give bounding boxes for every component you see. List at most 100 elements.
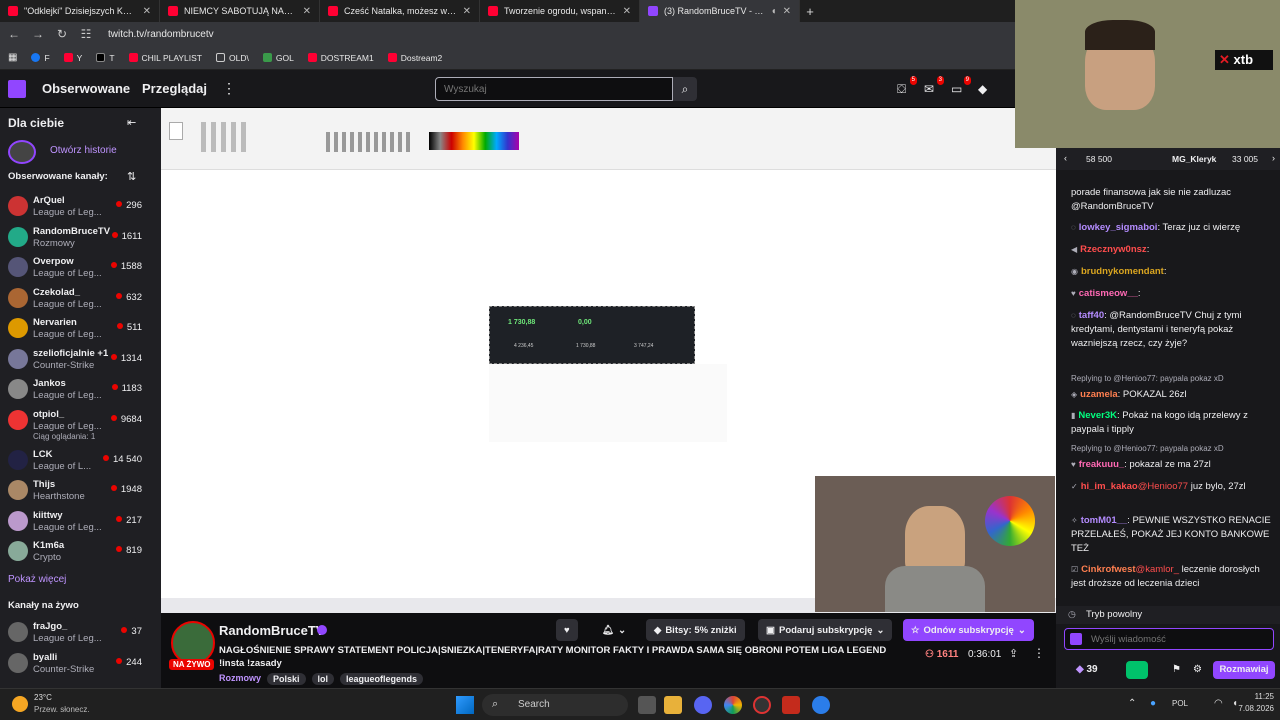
bits-discount-button[interactable]: ◆ Bitsy: 5% zniżki: [646, 619, 745, 641]
chat-message[interactable]: ◉ brudnykomendant:: [1071, 265, 1276, 279]
tag[interactable]: Polski: [267, 673, 306, 685]
browser-tab[interactable]: Cześć Natalka, możesz wyjść - ✕: [320, 0, 480, 22]
followed-channel[interactable]: Czekolad_ League of Leg... 632: [0, 284, 161, 314]
chat-badge-icon[interactable]: [1070, 633, 1082, 645]
chevron-up-icon[interactable]: ⌃: [1128, 698, 1136, 709]
site-info-icon[interactable]: ☷: [80, 27, 92, 41]
close-icon[interactable]: ✕: [303, 6, 311, 17]
live-channel[interactable]: byalli Counter-Strike 244: [0, 649, 161, 679]
share-icon[interactable]: ⇪: [1009, 647, 1018, 660]
nav-following[interactable]: Obserwowane: [42, 81, 130, 96]
app-icon[interactable]: [782, 696, 800, 714]
gift-points-icon[interactable]: [1126, 661, 1148, 679]
followed-channel[interactable]: Overpow League of Leg... 1588: [0, 253, 161, 283]
followed-channel[interactable]: otpiol_ League of Leg... 9684 Ciąg oglądani…: [0, 406, 161, 441]
more-menu-icon[interactable]: ⋮: [222, 80, 236, 97]
clock-date[interactable]: 7.08.2026: [1232, 704, 1274, 713]
notifications-icon[interactable]: ✉ 3: [924, 76, 944, 96]
chat-username[interactable]: catismeow__: [1079, 288, 1138, 299]
chevron-left-icon[interactable]: ‹: [1064, 153, 1067, 163]
chat-message[interactable]: ▮ Never3K: Pokaż na kogo idą przelewy z p…: [1071, 409, 1276, 437]
apps-grid-icon[interactable]: ▦: [8, 52, 17, 63]
followed-channel[interactable]: Jankos League of Leg... 1183: [0, 375, 161, 405]
close-icon[interactable]: ✕: [783, 6, 791, 17]
collapse-icon[interactable]: ⇤: [127, 116, 136, 129]
close-icon[interactable]: ✕: [143, 6, 151, 17]
chat-username[interactable]: uzamela: [1080, 389, 1118, 400]
discord-icon[interactable]: [694, 696, 712, 714]
chat-message[interactable]: ◌ taff40: @RandomBruceTV Chuj z tymi kred…: [1071, 309, 1276, 351]
wifi-icon[interactable]: ◠: [1214, 698, 1223, 709]
language-indicator[interactable]: POL: [1172, 699, 1188, 708]
settings-gear-icon[interactable]: ⚙: [1193, 664, 1202, 675]
chat-username[interactable]: freakuuu_: [1079, 459, 1124, 470]
chat-message[interactable]: ♥ catismeow__:: [1071, 287, 1276, 301]
followed-channel[interactable]: szelioficjalnie +1 Counter-Strike 1314: [0, 345, 161, 375]
chat-mention[interactable]: @kamlor_: [1136, 564, 1179, 575]
weather-icon[interactable]: [12, 696, 28, 712]
bits-icon[interactable]: ◆: [978, 82, 992, 96]
speaker-icon[interactable]: ◖: [771, 6, 777, 17]
task-view-icon[interactable]: [638, 696, 656, 714]
mic-icon[interactable]: ●: [1150, 698, 1156, 709]
app-icon[interactable]: [753, 696, 771, 714]
bookmark-item[interactable]: Dostream2: [387, 53, 442, 63]
tag[interactable]: lol: [311, 673, 335, 685]
chat-username[interactable]: Never3K: [1078, 410, 1117, 421]
show-more-link[interactable]: Pokaż więcej: [8, 574, 66, 585]
url-field[interactable]: twitch.tv/randombrucetv: [108, 29, 214, 40]
chat-username[interactable]: Rzecznyw0nsz: [1080, 244, 1147, 255]
start-icon[interactable]: [456, 696, 474, 714]
close-icon[interactable]: ✕: [623, 6, 631, 17]
bookmark-item[interactable]: GOL: [262, 53, 294, 63]
search-button[interactable]: ⌕: [673, 77, 697, 101]
bookmark-folder[interactable]: OLD\: [216, 53, 249, 63]
chat-message[interactable]: porade finansowa jak sie nie zadluzac @R…: [1071, 186, 1276, 214]
back-icon[interactable]: ←: [8, 27, 20, 41]
chat-username[interactable]: lowkey_sigmaboi: [1079, 222, 1158, 233]
file-explorer-icon[interactable]: [664, 696, 682, 714]
bookmark-item[interactable]: Y: [63, 53, 82, 63]
chat-message[interactable]: ◀ Rzecznyw0nsz:: [1071, 243, 1276, 257]
stories-avatar[interactable]: [8, 140, 36, 164]
nav-browse[interactable]: Przeglądaj: [142, 81, 207, 96]
chat-message[interactable]: ✓ hi_im_kakao@Henioo77 juz bylo, 27zl: [1071, 480, 1276, 494]
bookmark-item[interactable]: F: [31, 53, 50, 63]
resub-button[interactable]: ☆ Odnów subskrypcję ⌄: [903, 619, 1034, 641]
chat-message[interactable]: ♥ freakuuu_: pokazal ze ma 27zl: [1071, 458, 1276, 472]
gift-sub-button[interactable]: ▣ Podaruj subskrypcję ⌄: [758, 619, 893, 641]
browser-tab[interactable]: Tworzenie ogrodu, wspaniałe ł ✕: [480, 0, 640, 22]
followed-channel[interactable]: LCK League of L... 14 540: [0, 446, 161, 476]
chat-username[interactable]: tomM01__: [1081, 515, 1127, 526]
chat-input[interactable]: [1064, 628, 1274, 650]
sort-icon[interactable]: ⇅: [127, 170, 136, 183]
notification-bell-button[interactable]: 🔔︎ ⌄: [594, 619, 634, 641]
browser-tab[interactable]: "Odklejki" Dzisiejszych Kobiet #✕: [0, 0, 160, 22]
followed-channel[interactable]: K1m6a Crypto 819: [0, 537, 161, 567]
chat-username[interactable]: hi_im_kakao: [1081, 481, 1138, 492]
chat-send-button[interactable]: Rozmawiaj: [1213, 661, 1275, 679]
hype-icon[interactable]: ⚑: [1172, 664, 1181, 675]
followed-channel[interactable]: kiittwy League of Leg... 217: [0, 507, 161, 537]
bookmark-item[interactable]: DOSTREAM1: [307, 53, 374, 63]
reload-icon[interactable]: ↻: [56, 27, 68, 41]
bookmark-item[interactable]: CHIL PLAYLIST: [128, 53, 202, 63]
chevron-right-icon[interactable]: ›: [1272, 153, 1275, 163]
chat-username[interactable]: taff40: [1079, 310, 1104, 321]
chat-username[interactable]: Cinkrofwest: [1081, 564, 1135, 575]
close-icon[interactable]: ✕: [463, 6, 471, 17]
chat-message[interactable]: ☑ Cinkrofwest@kamlor_ leczenie dorosłych …: [1071, 563, 1276, 591]
chat-message[interactable]: ◌ lowkey_sigmaboi: Teraz juz ci wierzę: [1071, 221, 1276, 235]
browser-tab[interactable]: NIEMCY SABOTUJĄ NASZE ZŁO✕: [160, 0, 320, 22]
followed-channel[interactable]: RandomBruceTV Rozmowy 1611: [0, 223, 161, 253]
channel-points[interactable]: ◆ 39: [1076, 664, 1098, 675]
chat-username[interactable]: brudnykomendant: [1081, 266, 1164, 277]
browser-tab-active[interactable]: (3) RandomBruceTV - Twitch◖✕: [640, 0, 800, 22]
category-link[interactable]: Rozmowy: [219, 673, 261, 685]
clock-time[interactable]: 11:25: [1250, 692, 1274, 701]
new-tab-button[interactable]: +: [800, 0, 820, 22]
open-stories-link[interactable]: Otwórz historie: [50, 145, 117, 156]
followed-channel[interactable]: ArQuel League of Leg... 296: [0, 192, 161, 222]
forward-icon[interactable]: →: [32, 27, 44, 41]
live-channel[interactable]: fraJgo_ League of Leg... 37: [0, 618, 161, 648]
